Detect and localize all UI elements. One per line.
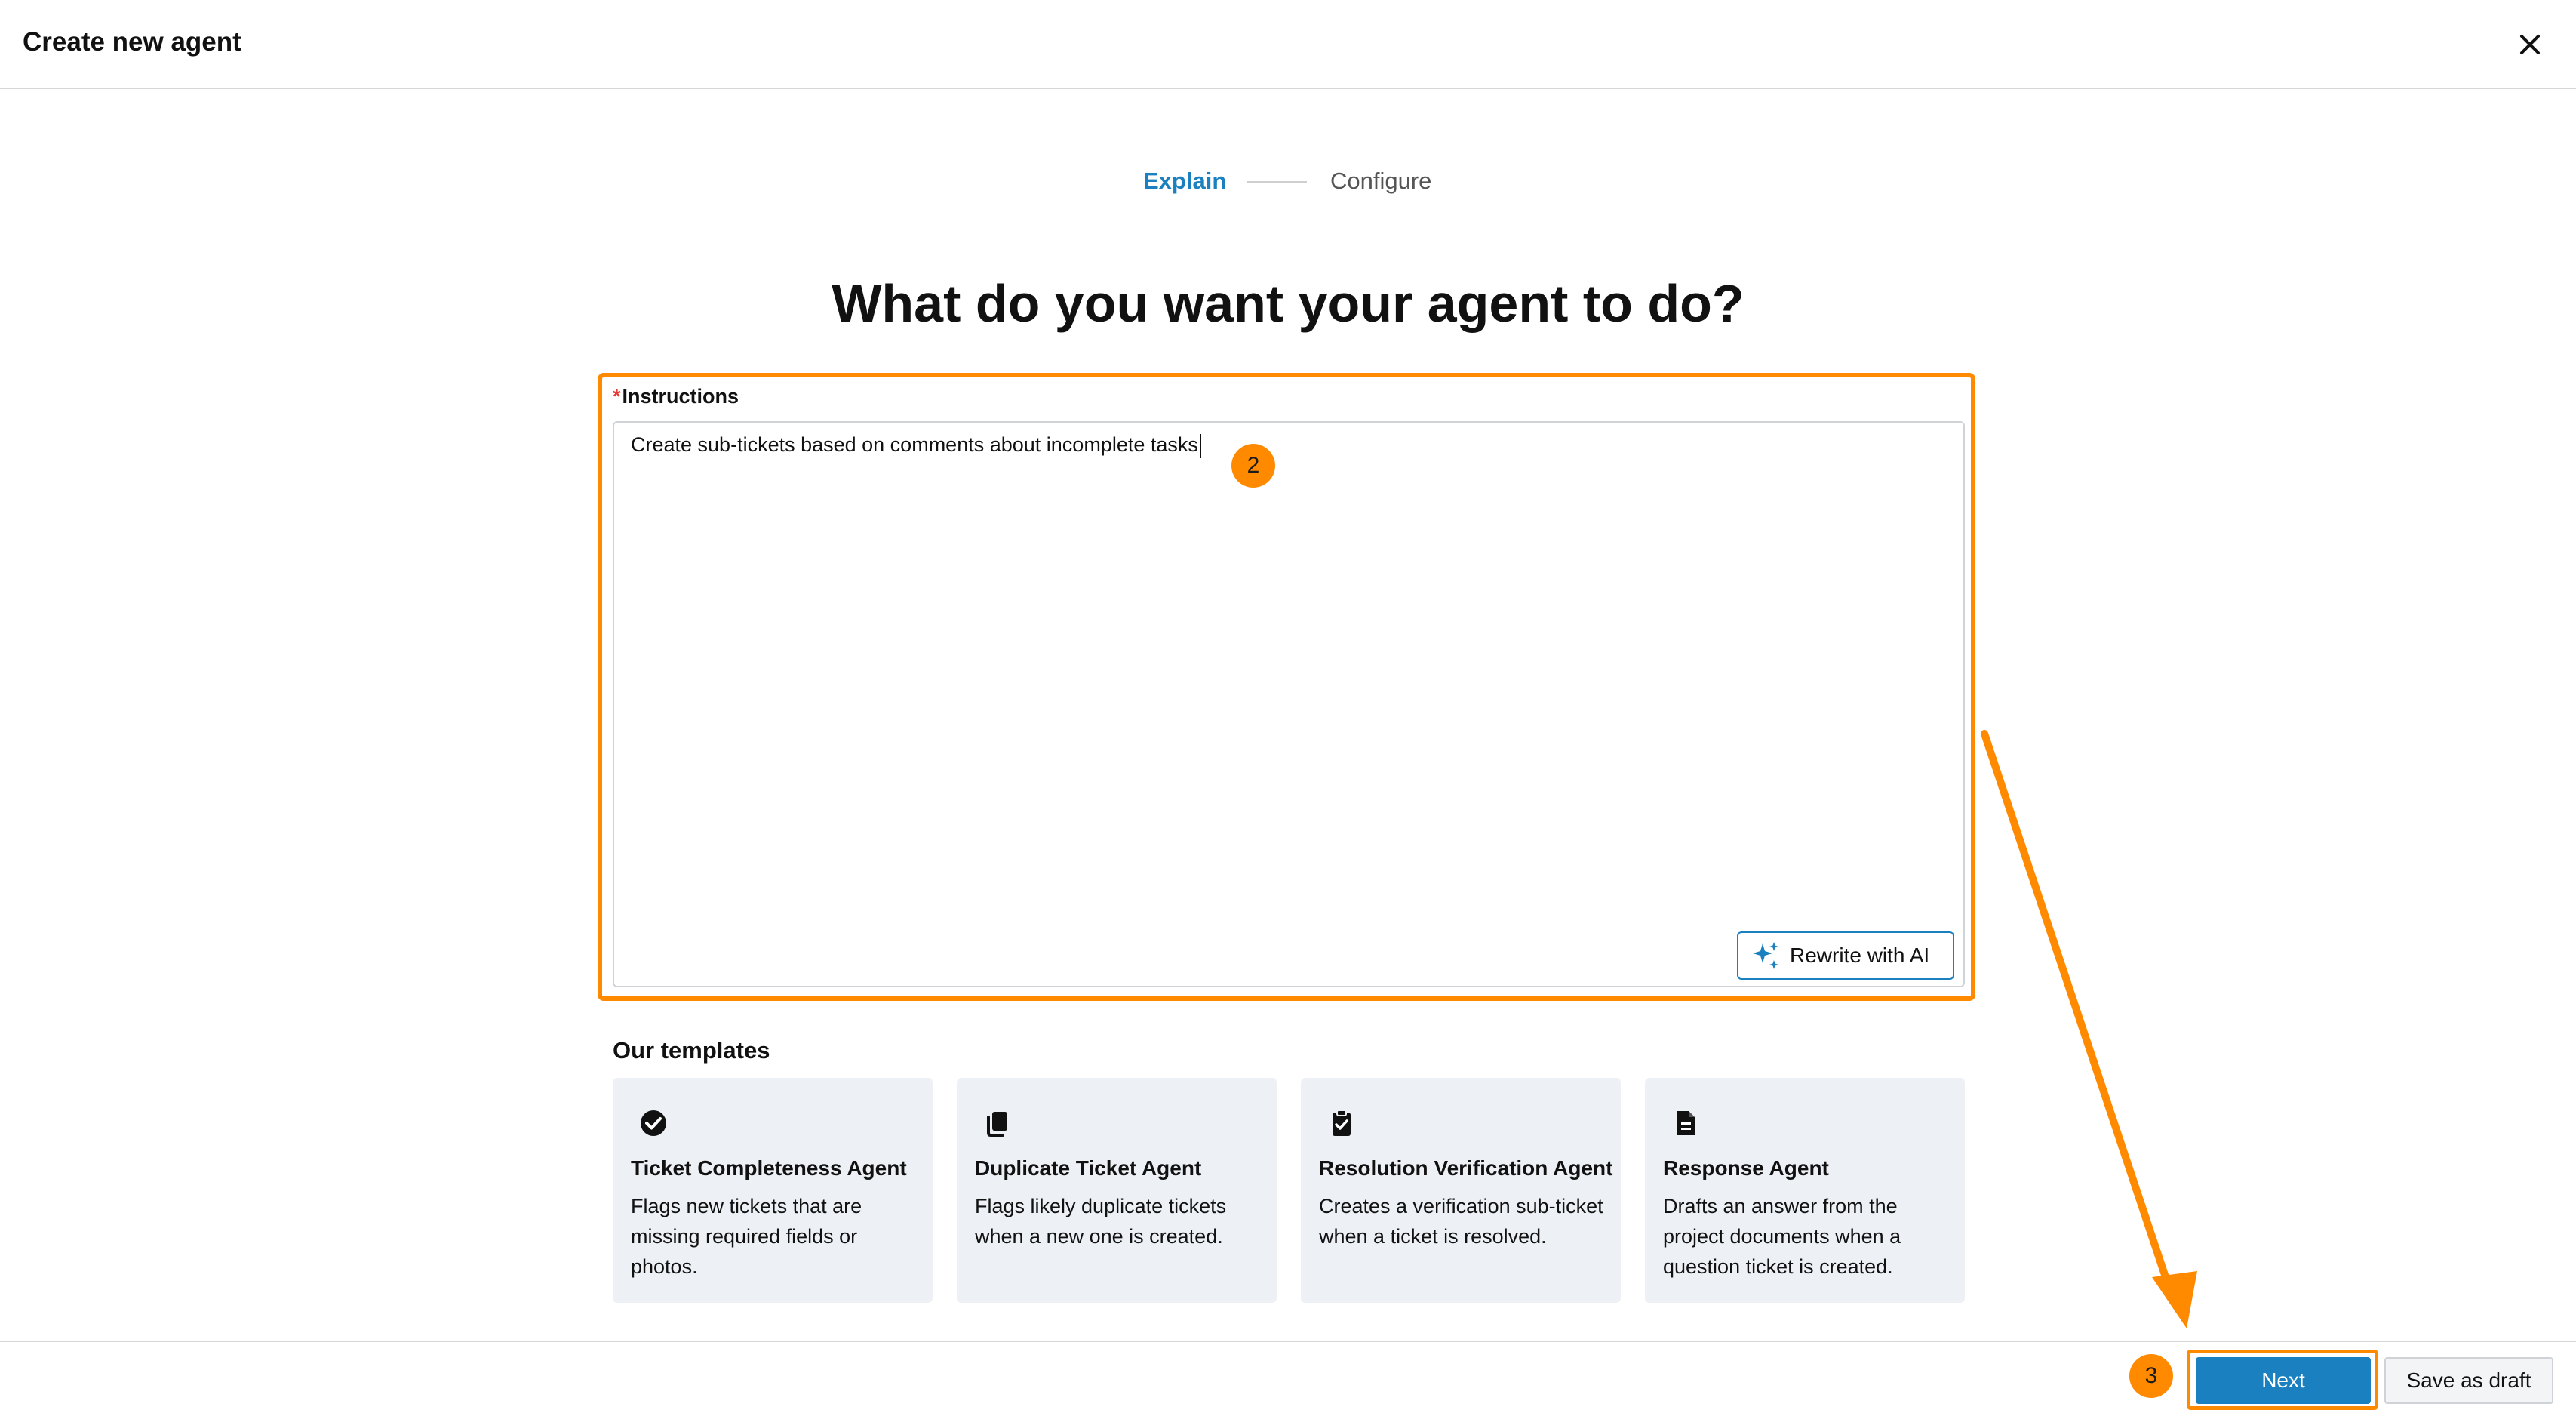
instructions-value-text: Create sub-tickets based on comments abo…: [631, 433, 1198, 456]
template-description: Flags likely duplicate tickets when a ne…: [975, 1195, 1227, 1248]
close-button[interactable]: [2511, 26, 2549, 63]
copy-icon: [987, 1112, 1007, 1137]
next-button[interactable]: Next: [2196, 1357, 2371, 1404]
modal-header: Create new agent: [0, 0, 2576, 89]
step-connector: [1247, 181, 1307, 183]
template-name: Resolution Verification Agent: [1319, 1156, 1613, 1180]
rewrite-with-ai-label: Rewrite with AI: [1790, 943, 1930, 967]
annotation-badge-3: 3: [2129, 1354, 2173, 1398]
template-description: Flags new tickets that are missing requi…: [631, 1195, 862, 1278]
required-asterisk: *: [613, 385, 621, 408]
save-as-draft-button[interactable]: Save as draft: [2384, 1357, 2553, 1404]
sparkle-icon: [1753, 942, 1778, 969]
instructions-value: Create sub-tickets based on comments abo…: [631, 433, 1201, 458]
template-description: Creates a verification sub-ticket when a…: [1319, 1195, 1603, 1248]
modal-title: Create new agent: [23, 27, 241, 57]
instructions-textarea[interactable]: Create sub-tickets based on comments abo…: [613, 421, 1965, 987]
instructions-label: *Instructions: [613, 385, 739, 408]
template-name: Ticket Completeness Agent: [631, 1156, 907, 1180]
template-name: Duplicate Ticket Agent: [975, 1156, 1202, 1180]
check-circle-icon: [641, 1110, 666, 1136]
template-name: Response Agent: [1663, 1156, 1829, 1180]
document-icon: [1677, 1111, 1695, 1135]
template-description: Drafts an answer from the project docume…: [1663, 1195, 1901, 1278]
page-title: What do you want your agent to do?: [832, 274, 1744, 333]
instructions-label-text: Instructions: [622, 385, 739, 408]
templates-title: Our templates: [613, 1037, 770, 1064]
clipboard-check-icon: [1333, 1110, 1351, 1136]
rewrite-with-ai-button[interactable]: Rewrite with AI: [1737, 931, 1954, 980]
step-configure[interactable]: Configure: [1330, 168, 1431, 195]
template-card-duplicate-ticket[interactable]: Duplicate Ticket Agent Flags likely dupl…: [957, 1078, 1277, 1303]
template-card-response[interactable]: Response Agent Drafts an answer from the…: [1645, 1078, 1965, 1303]
stepper: Explain Configure: [0, 165, 2576, 202]
step-explain[interactable]: Explain: [1143, 168, 1226, 195]
template-card-ticket-completeness[interactable]: Ticket Completeness Agent Flags new tick…: [613, 1078, 933, 1303]
annotation-badge-2: 2: [1231, 444, 1275, 488]
template-card-resolution-verification[interactable]: Resolution Verification Agent Creates a …: [1301, 1078, 1621, 1303]
close-icon: [2520, 35, 2540, 54]
text-caret: [1199, 433, 1201, 458]
